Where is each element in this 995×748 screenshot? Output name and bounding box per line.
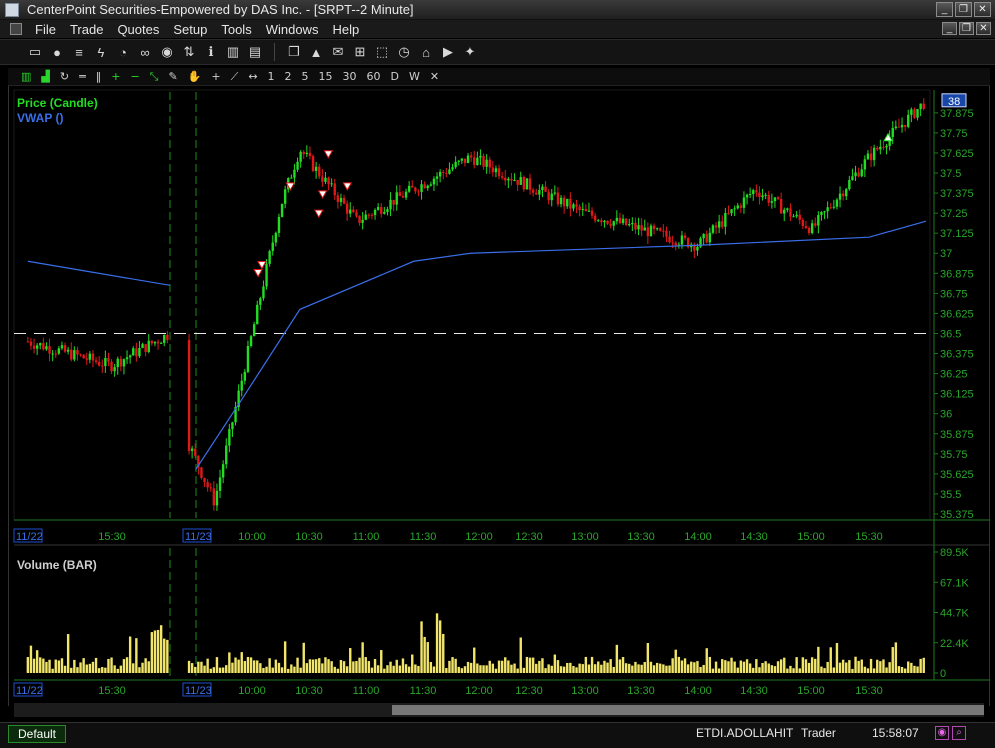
layout-tab-default[interactable]: Default (8, 725, 66, 743)
mail-icon[interactable]: ✉ (327, 41, 349, 63)
list-icon[interactable]: ≡ (68, 41, 90, 63)
scrollbar-thumb[interactable] (392, 705, 984, 715)
link-icon[interactable]: ∞ (134, 41, 156, 63)
copy-icon[interactable]: ❐ (283, 41, 305, 63)
menu-trade[interactable]: Trade (63, 22, 110, 37)
status-clock: 15:58:07 (872, 726, 919, 740)
mdi-controls: _ ❐ ✕ (942, 22, 991, 35)
search-icon[interactable]: ⌕ (952, 726, 966, 740)
home-icon[interactable]: ⌂ (415, 41, 437, 63)
interval-15[interactable]: 15 (314, 70, 338, 83)
zoom-out-icon[interactable]: − (125, 70, 144, 83)
fit-icon[interactable]: ⤡ (145, 70, 164, 84)
trendline-icon[interactable]: ⟋ (226, 70, 244, 84)
interval-30[interactable]: 30 (338, 70, 362, 83)
close-button[interactable]: ✕ (974, 2, 991, 17)
vwap-series-label: VWAP () (17, 111, 64, 125)
zoom-in-icon[interactable]: + (106, 70, 125, 83)
status-role: Trader (801, 726, 836, 740)
alert-icon[interactable]: ▲ (305, 41, 327, 63)
app-icon (5, 2, 19, 17)
user-icon[interactable]: ● (46, 41, 68, 63)
toolbar-separator (274, 43, 275, 61)
menu-help[interactable]: Help (325, 22, 366, 37)
mdi-close-button[interactable]: ✕ (976, 22, 991, 35)
clock-icon[interactable]: ◔ (112, 41, 134, 63)
status-bar: Default ETDI.ADOLLAHIT Trader 15:58:07 ◉… (0, 722, 995, 748)
network-icon[interactable]: ⊞ (349, 41, 371, 63)
chart-toolbar: ▥ ▟ ↻ ═ ‖ + − ⤡ ✎ ✋ + ⟋ ↔ 1 2 5 15 30 60… (8, 68, 990, 86)
candle-style-icon[interactable]: ▥ (16, 70, 36, 83)
area-style-icon[interactable]: ▟ (36, 70, 54, 83)
menu-tools[interactable]: Tools (214, 22, 258, 37)
vline-icon[interactable]: ‖ (91, 70, 107, 83)
window-icon[interactable]: ▭ (24, 41, 46, 63)
hand-icon[interactable]: ✋ (183, 70, 207, 83)
chart-icon[interactable]: ▥ (222, 41, 244, 63)
child-window-icon[interactable] (10, 23, 22, 35)
status-user: ETDI.ADOLLAHIT (696, 726, 794, 740)
menu-bar: File Trade Quotes Setup Tools Windows He… (0, 20, 995, 38)
clock2-icon[interactable]: ◷ (393, 41, 415, 63)
youtube-icon[interactable]: ▶ (437, 41, 459, 63)
chart-frame (8, 86, 990, 706)
menu-file[interactable]: File (28, 22, 63, 37)
twitter-icon[interactable]: ✦ (459, 41, 481, 63)
eye-icon[interactable]: ◉ (156, 41, 178, 63)
scroll-icon[interactable]: ↔ (243, 70, 262, 83)
refresh-icon[interactable]: ↻ (55, 70, 74, 83)
lightning-icon[interactable]: ϟ (90, 41, 112, 63)
price-series-label: Price (Candle) (17, 96, 98, 110)
window-title: CenterPoint Securities-Empowered by DAS … (27, 2, 414, 17)
note-icon[interactable]: ▤ (244, 41, 266, 63)
sort-icon[interactable]: ⇅ (178, 41, 200, 63)
chart-scrollbar[interactable] (14, 703, 984, 717)
menu-quotes[interactable]: Quotes (110, 22, 166, 37)
menu-setup[interactable]: Setup (166, 22, 214, 37)
interval-weekly[interactable]: W (404, 70, 425, 83)
minimize-button[interactable]: _ (936, 2, 953, 17)
connection-icon[interactable]: ◉ (935, 726, 949, 740)
mdi-restore-button[interactable]: ❐ (959, 22, 974, 35)
interval-daily[interactable]: D (386, 70, 404, 83)
interval-1[interactable]: 1 (263, 70, 280, 83)
clear-icon[interactable]: ✕ (425, 70, 444, 83)
select-icon[interactable]: ⬚ (371, 41, 393, 63)
restore-button[interactable]: ❐ (955, 2, 972, 17)
interval-5[interactable]: 5 (297, 70, 314, 83)
info-icon[interactable]: ℹ (200, 41, 222, 63)
menu-windows[interactable]: Windows (259, 22, 326, 37)
mdi-minimize-button[interactable]: _ (942, 22, 957, 35)
main-toolbar: ▭ ● ≡ ϟ ◔ ∞ ◉ ⇅ ℹ ▥ ▤ ❐ ▲ ✉ ⊞ ⬚ ◷ ⌂ ▶ ✦ (0, 39, 995, 65)
interval-60[interactable]: 60 (362, 70, 386, 83)
draw-icon[interactable]: ✎ (163, 70, 182, 83)
hline-icon[interactable]: ═ (74, 70, 91, 83)
crosshair-icon[interactable]: + (206, 70, 225, 83)
volume-series-label: Volume (BAR) (17, 558, 97, 572)
title-bar: CenterPoint Securities-Empowered by DAS … (0, 0, 995, 20)
window-controls: _ ❐ ✕ (936, 2, 991, 17)
interval-2[interactable]: 2 (280, 70, 297, 83)
